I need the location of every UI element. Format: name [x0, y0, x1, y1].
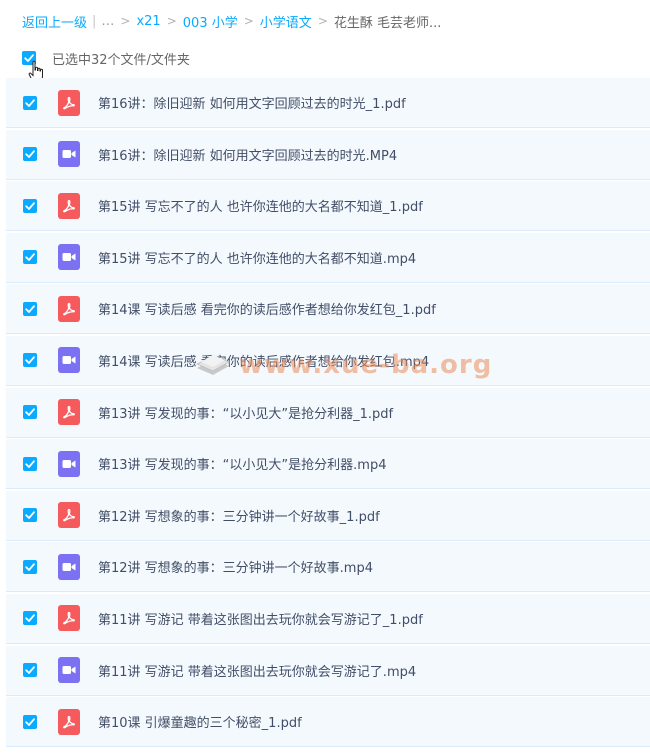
file-row[interactable]: 第13讲 写发现的事：“以小见大”是抢分利器_1.pdf: [6, 387, 650, 438]
selection-count-label: 已选中32个文件/文件夹: [52, 52, 190, 68]
video-file-icon: [58, 553, 80, 580]
back-link[interactable]: 返回上一级: [22, 12, 87, 31]
file-row[interactable]: 第16讲：除旧迎新 如何用文字回顾过去的时光_1.pdf: [6, 78, 650, 128]
checkmark-icon: [25, 253, 35, 262]
camera-glyph: [62, 562, 76, 571]
breadcrumb-item[interactable]: x21: [136, 14, 160, 29]
checkmark-icon: [25, 201, 35, 210]
checkmark-icon: [25, 459, 35, 468]
file-list: 第16讲：除旧迎新 如何用文字回顾过去的时光_1.pdf 第16讲：除旧迎新 如…: [6, 78, 650, 749]
breadcrumb-divider: |: [92, 13, 97, 29]
checkmark-icon: [25, 408, 35, 416]
pdf-glyph: [63, 302, 75, 316]
chevron-right-icon: >: [243, 14, 254, 28]
row-checkbox[interactable]: [23, 405, 37, 420]
camera-glyph: [62, 253, 76, 262]
video-file-icon: [58, 244, 80, 271]
file-name[interactable]: 第14课 写读后感 看完你的读后感作者想给你发红包.mp4: [98, 351, 429, 370]
file-row[interactable]: 第14课 写读后感 看完你的读后感作者想给你发红包_1.pdf: [6, 284, 650, 335]
checkmark-icon: [25, 356, 35, 365]
file-name[interactable]: 第12讲 写想象的事：三分钟讲一个好故事.mp4: [98, 557, 373, 576]
checkmark-icon: [25, 511, 35, 520]
file-row[interactable]: 第12讲 写想象的事：三分钟讲一个好故事_1.pdf: [6, 490, 650, 541]
row-checkbox[interactable]: [23, 198, 37, 213]
file-name[interactable]: 第15讲 写忘不了的人 也许你连他的大名都不知道.mp4: [98, 248, 416, 267]
file-row[interactable]: 第13讲 写发现的事：“以小见大”是抢分利器.mp4: [6, 439, 650, 490]
video-file-icon: [58, 347, 80, 374]
row-checkbox[interactable]: [23, 147, 37, 162]
checkmark-icon: [25, 563, 35, 571]
breadcrumb-ellipsis[interactable]: …: [101, 14, 114, 29]
pdf-file-icon: [58, 89, 80, 116]
row-checkbox[interactable]: [23, 250, 37, 265]
row-checkbox[interactable]: [23, 611, 37, 626]
file-name[interactable]: 第12讲 写想象的事：三分钟讲一个好故事_1.pdf: [98, 506, 380, 525]
row-checkbox[interactable]: [23, 714, 37, 729]
pdf-file-icon: [58, 192, 80, 219]
camera-glyph: [62, 459, 76, 468]
file-name[interactable]: 第14课 写读后感 看完你的读后感作者想给你发红包_1.pdf: [98, 299, 436, 318]
pdf-file-icon: [58, 708, 80, 735]
video-file-icon: [58, 141, 80, 168]
row-checkbox[interactable]: [23, 508, 37, 523]
breadcrumb-current: 花生酥 毛芸老师...: [333, 15, 442, 31]
file-name[interactable]: 第11讲 写游记 带着这张图出去玩你就会写游记了.mp4: [98, 661, 416, 680]
video-file-icon: [58, 450, 80, 477]
file-row[interactable]: 第14课 写读后感 看完你的读后感作者想给你发红包.mp4: [6, 335, 650, 386]
file-name[interactable]: 第16讲：除旧迎新 如何用文字回顾过去的时光_1.pdf: [98, 93, 406, 112]
checkmark-icon: [25, 98, 35, 107]
file-row[interactable]: 第12讲 写想象的事：三分钟讲一个好故事.mp4: [6, 542, 650, 593]
pdf-glyph: [63, 509, 75, 522]
pdf-glyph: [63, 96, 75, 109]
file-row[interactable]: 第11讲 写游记 带着这张图出去玩你就会写游记了_1.pdf: [6, 593, 650, 644]
file-name[interactable]: 第13讲 写发现的事：“以小见大”是抢分利器_1.pdf: [98, 403, 393, 422]
checkmark-icon: [25, 150, 35, 158]
row-checkbox[interactable]: [23, 559, 37, 574]
pdf-file-icon: [58, 502, 80, 529]
row-checkbox[interactable]: [23, 456, 37, 471]
breadcrumb-item[interactable]: 小学语文: [260, 12, 312, 31]
video-file-icon: [58, 657, 80, 684]
checkmark-icon: [25, 305, 35, 313]
checkmark-icon: [25, 717, 35, 726]
row-checkbox[interactable]: [23, 95, 37, 110]
pdf-glyph: [63, 405, 75, 419]
checkmark-icon: [25, 614, 35, 623]
chevron-right-icon: >: [166, 14, 177, 28]
chevron-right-icon: >: [317, 14, 328, 28]
file-row[interactable]: 第15讲 写忘不了的人 也许你连他的大名都不知道.mp4: [6, 232, 650, 283]
pdf-glyph: [63, 199, 75, 212]
file-name[interactable]: 第11讲 写游记 带着这张图出去玩你就会写游记了_1.pdf: [98, 609, 423, 628]
file-row[interactable]: 第16讲：除旧迎新 如何用文字回顾过去的时光.MP4: [6, 129, 650, 180]
camera-glyph: [62, 150, 76, 159]
camera-glyph: [62, 666, 76, 675]
row-checkbox[interactable]: [23, 301, 37, 316]
file-row[interactable]: 第11讲 写游记 带着这张图出去玩你就会写游记了.mp4: [6, 645, 650, 696]
pdf-file-icon: [58, 295, 80, 322]
row-checkbox[interactable]: [23, 353, 37, 368]
file-row[interactable]: 第10课 引爆童趣的三个秘密_1.pdf: [6, 697, 650, 748]
chevron-right-icon: >: [120, 14, 131, 28]
breadcrumb: 返回上一级 | … > x21 > 003 小学 > 小学语文 > 花生酥 毛芸…: [22, 11, 441, 31]
pdf-file-icon: [58, 605, 80, 632]
selection-header: 已选中32个文件/文件夹: [22, 48, 190, 68]
file-name[interactable]: 第13讲 写发现的事：“以小见大”是抢分利器.mp4: [98, 454, 386, 473]
file-row[interactable]: 第15讲 写忘不了的人 也许你连他的大名都不知道_1.pdf: [6, 181, 650, 232]
breadcrumb-item[interactable]: 003 小学: [183, 12, 238, 31]
file-name[interactable]: 第10课 引爆童趣的三个秘密_1.pdf: [98, 712, 302, 731]
camera-glyph: [62, 356, 76, 365]
file-name[interactable]: 第15讲 写忘不了的人 也许你连他的大名都不知道_1.pdf: [98, 196, 423, 215]
pdf-file-icon: [58, 399, 80, 426]
pdf-glyph: [63, 612, 75, 625]
checkmark-icon: [25, 666, 35, 674]
row-checkbox[interactable]: [23, 663, 37, 678]
file-name[interactable]: 第16讲：除旧迎新 如何用文字回顾过去的时光.MP4: [98, 145, 397, 164]
pdf-glyph: [63, 715, 75, 728]
